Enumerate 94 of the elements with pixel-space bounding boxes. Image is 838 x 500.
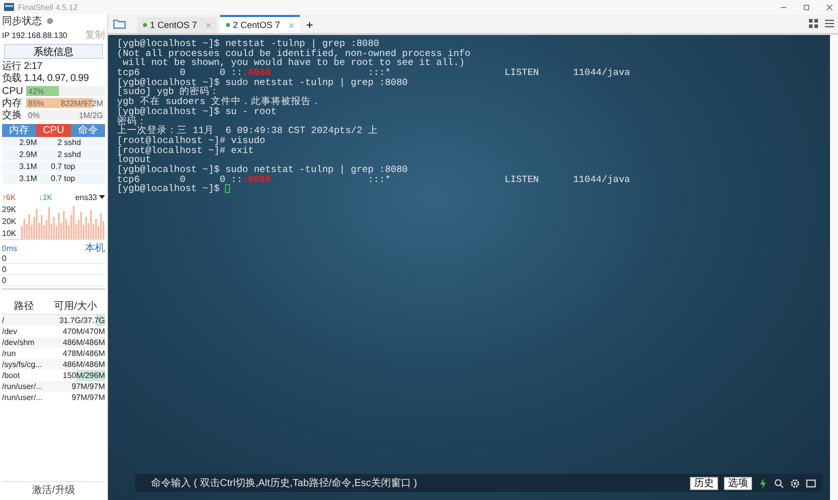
download-speed: ↓1K [38, 192, 52, 202]
window-title: FinalShell 4.5.12 [18, 2, 78, 12]
terminal-line: [root@localhost ~]# exit [117, 146, 255, 156]
interface-dropdown[interactable]: ens33 [75, 192, 97, 202]
folder-icon[interactable] [113, 18, 126, 29]
caret-icon[interactable] [98, 195, 105, 199]
session-tab[interactable]: 1 CentOS 7 [137, 17, 218, 33]
scrollbar[interactable] [830, 35, 838, 500]
table-cell-text: / [2, 315, 6, 326]
column-header: 路径 [13, 300, 35, 314]
upload-speed: ↑6K [2, 192, 16, 202]
meter-detail: 1M/2G [78, 110, 103, 120]
terminal-area[interactable] [108, 35, 830, 500]
lightning-icon[interactable] [758, 478, 768, 488]
search-icon[interactable] [774, 478, 784, 488]
system-info-button[interactable]: 系统信息 [4, 44, 103, 59]
table-cell-text: top [64, 173, 76, 184]
axis-label: 0 [2, 254, 105, 264]
terminal-line: (Not all processes could be identified, non-owned process info [117, 48, 472, 58]
column-header[interactable]: CPU [36, 124, 71, 137]
terminal-line: [root@localhost ~]# visudo [117, 136, 266, 146]
terminal-line: [ygb@localhost ~]$ netstat -tulnp | grep :8080 [117, 39, 380, 49]
terminal-line: 密码： [117, 116, 147, 126]
terminal-line: [ygb@localhost ~]$ sudo netstat -tulnp | grep :8080 [117, 164, 409, 175]
latency-text: 0ms [2, 244, 18, 252]
meter-label: CPU [2, 86, 24, 96]
table-cell-text: /dev [2, 326, 18, 337]
disk-usage-cell-text: 478M/486M [62, 348, 105, 359]
terminal-line: ygb 不在 sudoers 文件中．此事将被报告． [117, 97, 322, 107]
command-bar[interactable]: 命令输入 ( 双击Ctrl切换,Alt历史,Tab路径/命令,Esc关闭窗口 ) 历史 选项 [135, 474, 822, 492]
session-tab[interactable]: 2 CentOS 7 [220, 15, 300, 33]
terminal-line: will not be shown, you would have to be root to see it all.) [122, 58, 466, 68]
app-icon [4, 2, 14, 12]
disk-usage-cell-text: 97M/97M [70, 381, 105, 392]
uptime-text: 运行 2:17 [2, 61, 44, 72]
terminal-line: tcp6 0 0 :::8080 :::* LISTEN 11044/java [117, 174, 632, 184]
terminal-line: tcp6 0 0 :::8080 :::* LISTEN 11044/java [117, 68, 632, 78]
close-icon[interactable] [289, 22, 294, 28]
window-icon[interactable] [806, 478, 816, 488]
close-icon[interactable] [825, 2, 834, 12]
table-cell-text: /sys/fs/cg... [2, 359, 44, 370]
terminal-line: [ygb@localhost ~]$ sudo netstat -tulnp | grep :8080 [117, 78, 409, 88]
axis-label: 10K [2, 228, 18, 238]
maximize-icon[interactable] [802, 2, 811, 12]
disk-usage-cell-text: 486M/486M [62, 337, 105, 348]
table-cell-text: /dev/shm [2, 337, 36, 348]
sync-status-icon [47, 18, 53, 24]
terminal-line: logout [117, 155, 152, 165]
sync-status-label: 同步状态 [2, 14, 42, 28]
meter-value: 42% [28, 86, 44, 96]
table-cell-text: /run [2, 348, 17, 359]
meter-label: 交换 [2, 108, 23, 122]
disk-usage-cell-text: 31.7G/37.7G [58, 315, 105, 326]
disk-usage-cell-text: 486M/486M [62, 359, 105, 370]
disk-usage-cell-text: 470M/470M [62, 326, 105, 337]
settings-icon[interactable] [790, 478, 800, 488]
table-cell-text: 0.7 [50, 173, 63, 184]
load-text: 负载 1.14, 0.97, 0.99 [2, 73, 90, 85]
terminal-line: [sudo] ygb 的密码： [117, 87, 220, 98]
column-header: 可用/大小 [53, 300, 98, 314]
host-label: 本机 [85, 242, 105, 255]
table-cell-text: 3.1M [18, 173, 37, 184]
meter-label: 内存 [2, 96, 23, 110]
disk-usage-cell-text: 150M/296M [62, 370, 105, 381]
activate-upgrade-link[interactable]: 激活/升级 [2, 481, 105, 500]
meter-value: 85% [28, 98, 44, 108]
disk-usage-cell-text: 97M/97M [70, 392, 105, 403]
table-cell-text: 2 [56, 149, 63, 160]
meter-value: 0% [28, 110, 40, 120]
table-cell-text: 2.9M [18, 137, 37, 148]
table-cell-text: 3.1M [18, 161, 37, 172]
terminal-line: 上一次登录：三 11月 6 09:49:38 CST 2024pts/2 上 [117, 126, 380, 136]
add-tab-button[interactable]: + [303, 17, 316, 33]
table-cell-text: /run/user/... [2, 381, 44, 392]
table-cell-text: top [64, 161, 76, 172]
axis-label: 0 [2, 264, 105, 275]
axis-label: 20K [2, 216, 18, 226]
terminal-line: [ygb@localhost ~]$ [117, 184, 830, 194]
command-bar-button[interactable]: 历史 [690, 476, 718, 490]
table-cell-text: 2 [56, 137, 63, 148]
table-cell-text: /run/user/... [2, 392, 44, 403]
table-cell-text: /boot [2, 370, 21, 381]
axis-label: 0 [2, 276, 105, 286]
ip-address: IP 192.168.88.130 [2, 30, 68, 40]
menu-icon[interactable] [825, 19, 834, 28]
table-cell-text: 2.9M [18, 149, 37, 160]
command-bar-button[interactable]: 选项 [724, 476, 752, 490]
command-input-hint: 命令输入 ( 双击Ctrl切换,Alt历史,Tab路径/命令,Esc关闭窗口 ) [151, 476, 418, 490]
terminal-line: [ygb@localhost ~]$ su - root [117, 106, 278, 116]
table-cell-text: sshd [64, 137, 82, 148]
table-cell-text: sshd [64, 149, 82, 160]
table-cell-text: 0.7 [50, 161, 63, 172]
grid-icon[interactable] [809, 19, 818, 28]
axis-label: 29K [2, 204, 18, 214]
